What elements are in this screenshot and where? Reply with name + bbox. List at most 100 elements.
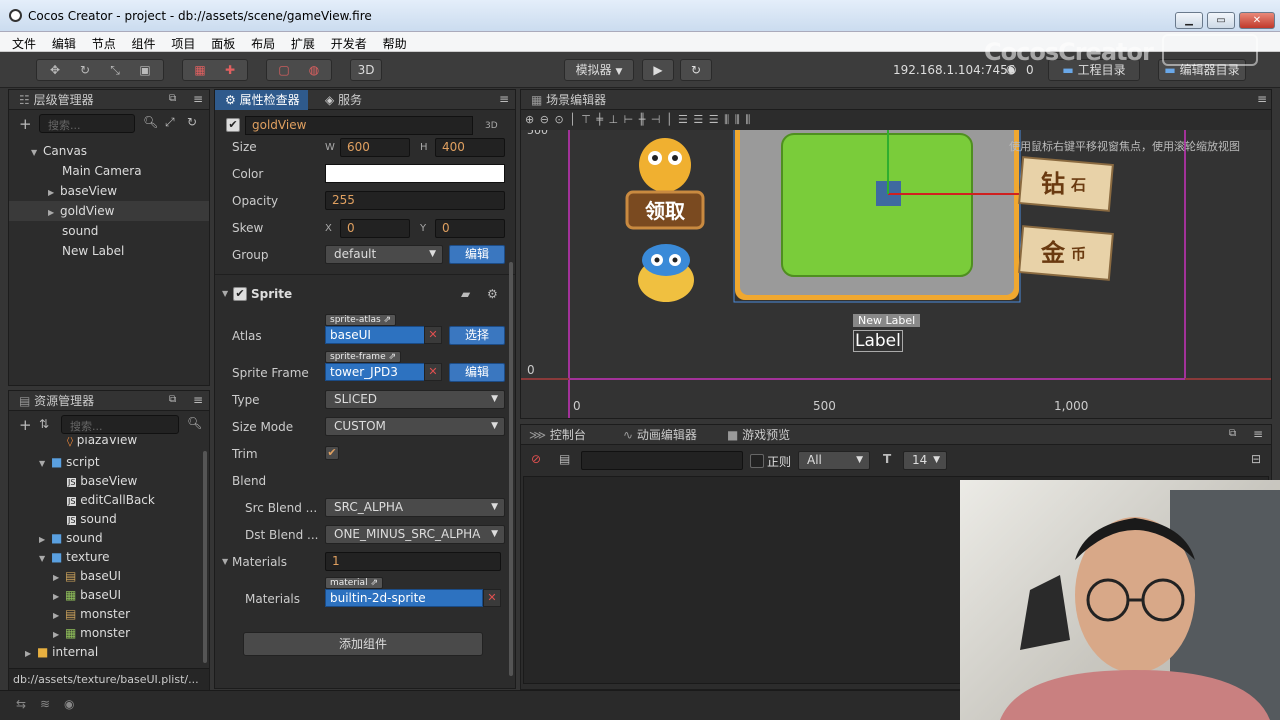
distribute-hcenter-icon[interactable]: ⫼ (735, 113, 741, 126)
label-node[interactable]: Label (853, 330, 903, 352)
scale-tool-icon[interactable]: ⤡ (100, 60, 130, 80)
trim-checkbox[interactable]: ✔ (325, 446, 339, 460)
menu-layout[interactable]: 布局 (245, 32, 281, 52)
expanded-arrow-icon[interactable]: ▼ (222, 289, 228, 298)
sort-icon[interactable]: ⇅ (39, 417, 49, 431)
tree-item-goldview[interactable]: ▶ goldView (9, 201, 209, 221)
zoom-out-icon[interactable]: ⊖ (540, 113, 550, 126)
distribute-left-icon[interactable]: ⫼ (724, 113, 730, 126)
play-button[interactable]: ▶ (642, 59, 674, 81)
menu-icon[interactable]: ≡ (499, 92, 509, 106)
zoom-fit-icon[interactable]: ⊙ (554, 113, 564, 126)
zoom-in-icon[interactable]: ⊕ (525, 113, 535, 126)
color-picker[interactable] (325, 164, 505, 183)
regex-checkbox[interactable] (750, 454, 764, 468)
gear-icon[interactable]: ⚙ (487, 287, 498, 301)
distribute-top-icon[interactable]: ☰ (678, 113, 689, 126)
dst-blend-select[interactable]: ONE_MINUS_SRC_ALPHA ▼ (325, 525, 505, 544)
menu-project[interactable]: 项目 (165, 32, 201, 52)
asset-item[interactable]: ▶ ■ internal (25, 642, 98, 662)
size-mode-select[interactable]: CUSTOM ▼ (325, 417, 505, 436)
clear-sprite-frame-icon[interactable]: ✕ (424, 363, 442, 381)
asset-item[interactable]: JS sound (67, 509, 117, 529)
search-icon[interactable]: 🔍︎ (143, 115, 158, 129)
tab-scene[interactable]: ▦ 场景编辑器 (521, 90, 614, 110)
search-icon[interactable]: 🔍︎ (187, 416, 202, 430)
gold-button-label[interactable]: 金 (1041, 233, 1065, 268)
node-active-checkbox[interactable]: ✔ (226, 118, 240, 132)
material-asset-field[interactable]: builtin-2d-sprite (325, 589, 483, 607)
type-select[interactable]: SLICED ▼ (325, 390, 505, 409)
group-select[interactable]: default ▼ (325, 245, 443, 264)
align-hcenter-icon[interactable]: ╫ (639, 113, 647, 126)
menu-file[interactable]: 文件 (6, 32, 42, 52)
popout-icon[interactable]: ⧉ (169, 394, 176, 405)
diamond-button-label[interactable]: 钻 (1041, 164, 1065, 199)
asset-item[interactable]: ▶ ▤ monster (53, 604, 130, 624)
asset-item[interactable]: ▼ ■ texture (39, 547, 110, 567)
grid-icon[interactable]: ◍ (299, 60, 329, 80)
diamond-button-label-small[interactable]: 石 (1071, 174, 1086, 195)
group-edit-button[interactable]: 编辑 (449, 245, 505, 264)
move-tool-icon[interactable]: ✥ (40, 60, 70, 80)
tab-hierarchy[interactable]: ☷ 层级管理器 (9, 90, 102, 110)
skew-x-field[interactable]: 0 (340, 219, 410, 238)
book-icon[interactable]: ▰ (461, 287, 470, 301)
node-name-input[interactable]: goldView (245, 116, 473, 135)
materials-count-field[interactable]: 1 (325, 552, 501, 571)
gold-button-label-small[interactable]: 币 (1071, 243, 1086, 264)
menu-icon[interactable]: ≡ (1257, 92, 1267, 106)
inspector-scrollbar[interactable] (509, 262, 513, 676)
menu-icon[interactable]: ≡ (193, 393, 203, 407)
align-top-icon[interactable]: ⊤ (581, 113, 592, 126)
asset-item[interactable]: JS baseView (67, 471, 137, 491)
local-icon[interactable]: ✚ (215, 60, 245, 80)
height-field[interactable]: 400 (435, 138, 505, 157)
collapse-icon[interactable]: ⊟ (1251, 452, 1261, 466)
menu-panel[interactable]: 面板 (205, 32, 241, 52)
tree-item-canvas[interactable]: ▼ Canvas (31, 141, 87, 161)
tab-inspector[interactable]: ⚙ 属性检查器 (215, 90, 308, 110)
receive-button[interactable]: 领取 (633, 195, 697, 224)
menu-developer[interactable]: 开发者 (325, 32, 373, 52)
popout-icon[interactable]: ⧉ (169, 93, 176, 104)
add-component-button[interactable]: 添加组件 (243, 632, 483, 656)
snap-icon[interactable]: ▢ (269, 60, 299, 80)
width-field[interactable]: 600 (340, 138, 410, 157)
asset-item[interactable]: ▼ ■ script (39, 452, 100, 472)
menu-help[interactable]: 帮助 (377, 32, 413, 52)
console-filter-input[interactable] (581, 451, 743, 470)
asset-item[interactable]: ▶ ▦ monster (53, 623, 130, 643)
asset-item[interactable]: ▶ ■ sound (39, 528, 103, 548)
close-button[interactable]: ✕ (1239, 12, 1275, 29)
sprite-frame-edit-button[interactable]: 编辑 (449, 363, 505, 382)
hierarchy-search-input[interactable]: 搜索... (39, 114, 135, 133)
tree-item-main-camera[interactable]: Main Camera (62, 161, 142, 181)
asset-item[interactable]: ▶ ▤ baseUI (53, 566, 121, 586)
popout-icon[interactable]: ⧉ (1229, 428, 1236, 439)
tab-game-preview[interactable]: ■ 游戏预览 (719, 425, 798, 445)
expand-icon[interactable]: ⤢ (165, 115, 175, 130)
expanded-arrow-icon[interactable]: ▼ (222, 557, 228, 566)
tree-item-baseview[interactable]: ▶ baseView (48, 181, 117, 201)
simulator-select[interactable]: 模拟器 ▼ (564, 59, 634, 81)
tree-item-new-label[interactable]: New Label (62, 241, 124, 261)
menu-extension[interactable]: 扩展 (285, 32, 321, 52)
scene-viewport[interactable]: 领取 钻 石 金 币 使用鼠标右键平移视窗焦点，使用滚轮缩放视图 New Lab… (521, 130, 1271, 418)
menu-component[interactable]: 组件 (126, 32, 162, 52)
eye-icon[interactable]: ◉ (64, 697, 74, 711)
align-vcenter-icon[interactable]: ╪ (596, 113, 604, 126)
database-icon[interactable]: ≋ (40, 697, 50, 711)
atlas-select-button[interactable]: 选择 (449, 326, 505, 345)
sync-icon[interactable]: ⇆ (16, 697, 26, 711)
menu-icon[interactable]: ≡ (193, 92, 203, 106)
asset-item[interactable]: ▶ ▦ baseUI (53, 585, 121, 605)
src-blend-select[interactable]: SRC_ALPHA ▼ (325, 498, 505, 517)
log-file-icon[interactable]: ▤ (559, 452, 570, 466)
align-right-icon[interactable]: ⊣ (651, 113, 662, 126)
clear-atlas-icon[interactable]: ✕ (424, 326, 442, 344)
distribute-right-icon[interactable]: ⫼ (745, 113, 751, 126)
clear-console-icon[interactable]: ⊘ (531, 452, 541, 466)
menu-node[interactable]: 节点 (86, 32, 122, 52)
align-bottom-icon[interactable]: ⊥ (609, 113, 620, 126)
